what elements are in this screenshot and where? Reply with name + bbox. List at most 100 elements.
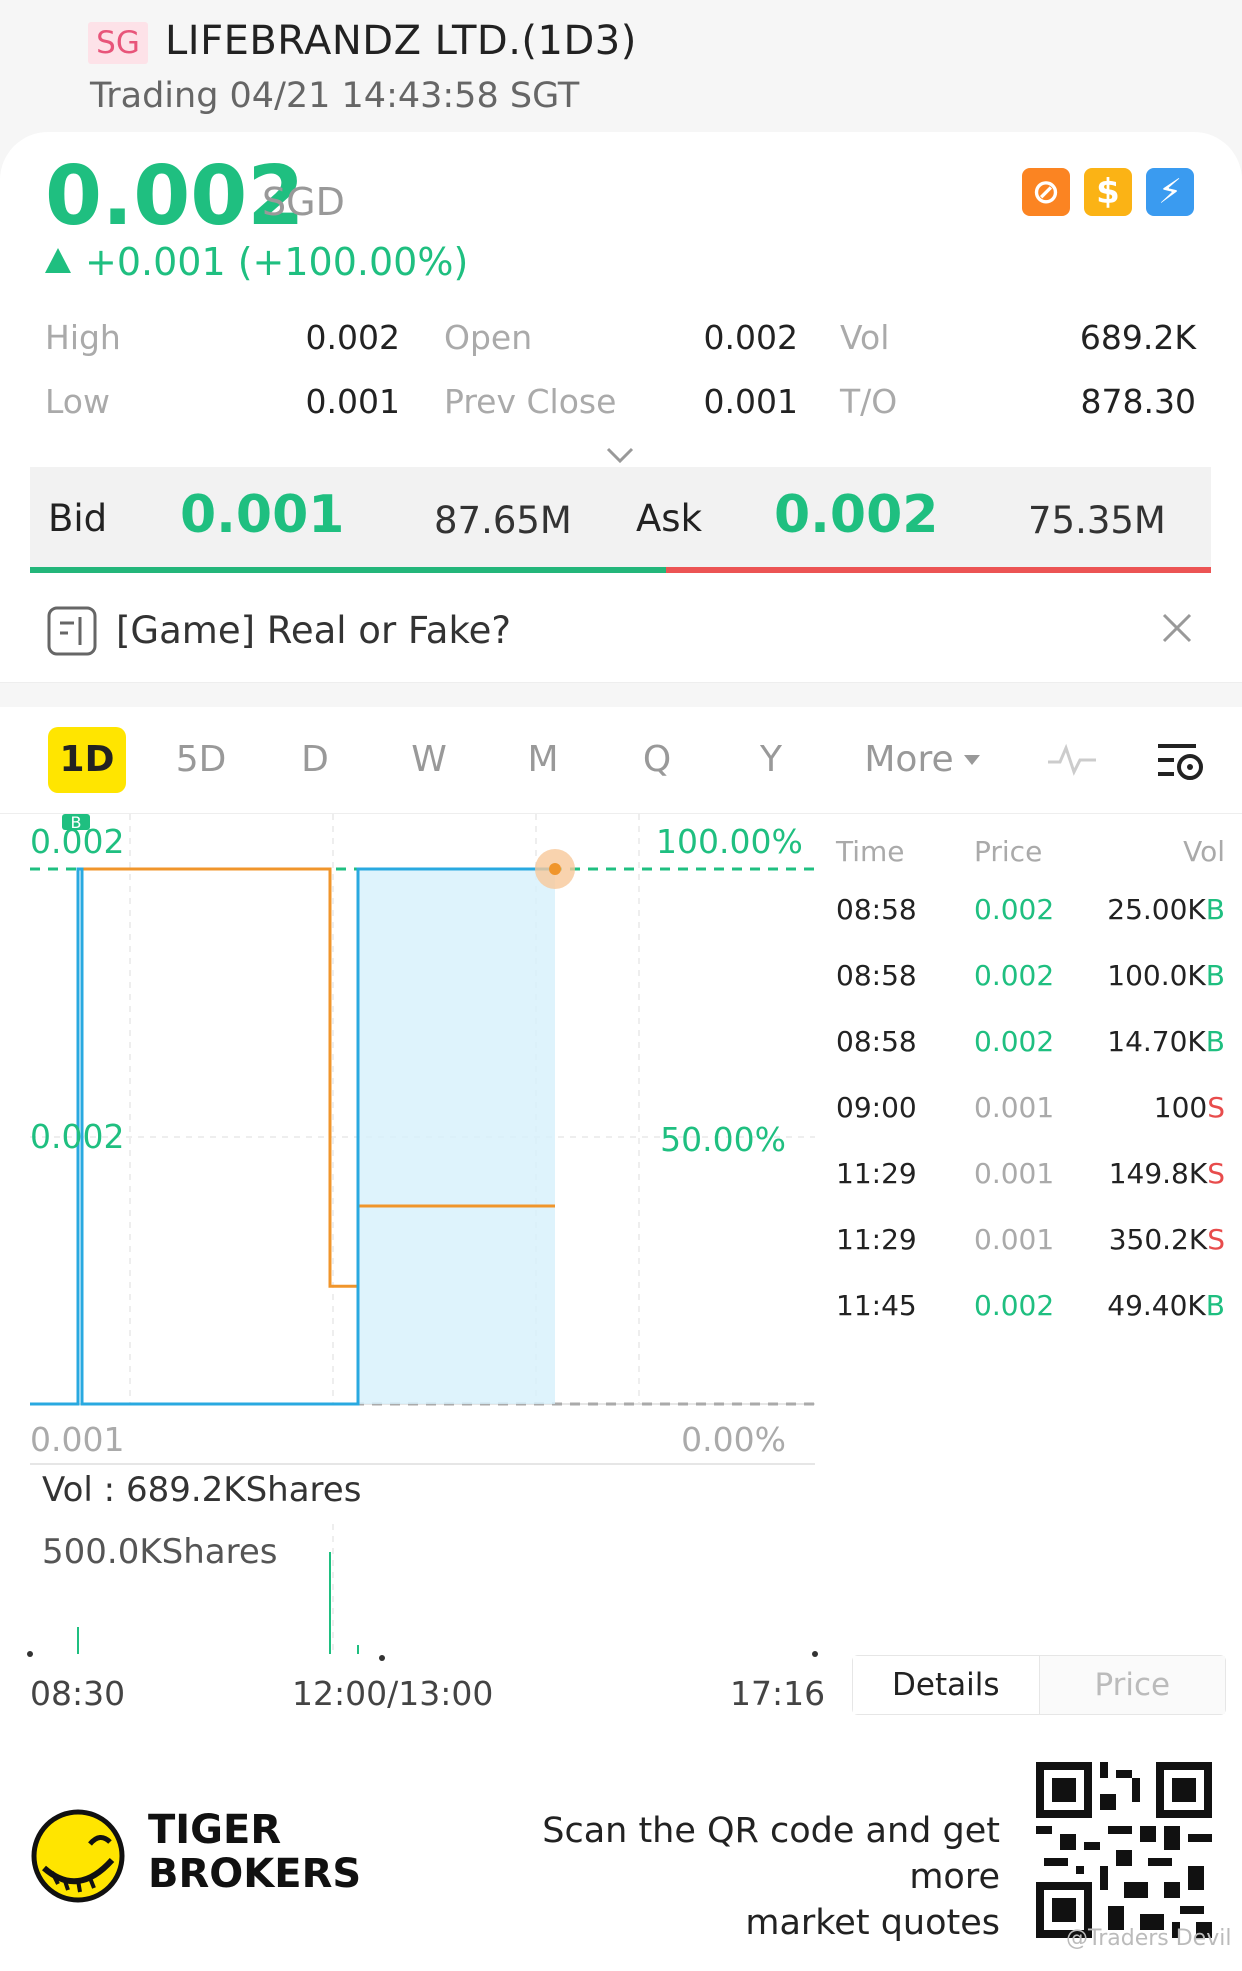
- tab-1d[interactable]: 1D: [48, 727, 126, 793]
- indicator-icon[interactable]: [1046, 742, 1098, 778]
- game-notice[interactable]: [Game] Real or Fake?: [0, 583, 1242, 683]
- tab-5d[interactable]: 5D: [162, 727, 240, 793]
- trade-volume: 100.0KB: [1060, 959, 1225, 992]
- trade-volume-value: 149.8K: [1108, 1157, 1208, 1190]
- trade-side: S: [1207, 1157, 1225, 1190]
- tab-y[interactable]: Y: [732, 727, 810, 793]
- volume-dot: [27, 1651, 33, 1657]
- trades-header-vol: Vol: [1183, 835, 1225, 868]
- bid-size: 87.65M: [434, 499, 572, 542]
- trade-volume-value: 350.2K: [1108, 1223, 1208, 1256]
- qr-code: [1036, 1762, 1212, 1938]
- volume-dot: [812, 1651, 818, 1657]
- toggle-details[interactable]: Details: [853, 1656, 1040, 1714]
- details-price-toggle[interactable]: Details Price: [852, 1655, 1226, 1715]
- volume-summary-value: 689.2KShares: [125, 1470, 362, 1510]
- promo-line-2: market quotes: [745, 1903, 1000, 1943]
- trade-volume-value: 100: [1153, 1091, 1208, 1124]
- trade-volume: 49.40KB: [1060, 1289, 1225, 1322]
- tab-more[interactable]: More: [852, 727, 992, 793]
- trade-side: B: [1205, 893, 1225, 926]
- price-area-fill: [358, 869, 555, 1404]
- volume-summary-label: Vol :: [42, 1470, 116, 1510]
- ask-ratio-bar: [666, 567, 1211, 573]
- tab-q[interactable]: Q: [618, 727, 696, 793]
- turnover-value: 878.30: [1080, 382, 1196, 421]
- brand-name: TIGER BROKERS: [148, 1808, 388, 1896]
- volume-axis-max: 500.0KShares: [42, 1532, 278, 1572]
- toggle-price[interactable]: Price: [1039, 1656, 1225, 1714]
- up-arrow-icon: [45, 248, 71, 273]
- y-top-price: 0.002: [30, 822, 125, 861]
- lightning-icon[interactable]: ⚡: [1146, 168, 1194, 216]
- volume-summary: Vol : 689.2KShares: [42, 1470, 361, 1510]
- chevron-down-icon[interactable]: [605, 440, 635, 470]
- trade-volume-value: 100.0K: [1107, 959, 1206, 992]
- trade-time: 11:29: [836, 1157, 917, 1190]
- trades-header-price: Price: [974, 835, 1043, 868]
- vol-label: Vol: [840, 318, 890, 357]
- trade-volume-value: 14.70K: [1107, 1025, 1206, 1058]
- tiger-logo: [31, 1809, 125, 1903]
- tab-more-label: More: [864, 739, 954, 780]
- currency: SGD: [262, 180, 345, 224]
- close-icon[interactable]: [1160, 611, 1194, 645]
- tab-w[interactable]: W: [390, 727, 468, 793]
- promo-text: Scan the QR code and get more market quot…: [470, 1808, 1000, 1946]
- bid-label: Bid: [48, 497, 108, 540]
- no-fee-icon[interactable]: ⊘: [1022, 168, 1070, 216]
- y-bottom-percent: 0.00%: [681, 1420, 786, 1459]
- trades-header-time: Time: [836, 835, 905, 868]
- y-mid-price: 0.002: [30, 1117, 125, 1156]
- trade-volume: 100S: [1060, 1091, 1225, 1124]
- trade-time: 08:58: [836, 1025, 917, 1058]
- y-mid-percent: 50.00%: [660, 1120, 786, 1159]
- ask-label: Ask: [636, 497, 703, 540]
- trade-time: 08:58: [836, 959, 917, 992]
- volume-dot: [379, 1655, 385, 1661]
- caret-down-icon: [963, 755, 980, 765]
- trade-side: B: [1205, 1025, 1225, 1058]
- prev-close-label: Prev Close: [444, 382, 617, 421]
- ask-size: 75.35M: [1028, 499, 1166, 542]
- trade-time: 09:00: [836, 1091, 917, 1124]
- bid-price: 0.001: [180, 485, 345, 545]
- trading-status: Trading 04/21 14:43:58 SGT: [90, 76, 580, 116]
- tab-m[interactable]: M: [504, 727, 582, 793]
- header: SG LIFEBRANDZ LTD.(1D3) Trading 04/21 14…: [0, 0, 1242, 140]
- market-badge: SG: [88, 22, 148, 64]
- high-label: High: [45, 318, 121, 357]
- low-value: 0.001: [305, 382, 400, 421]
- brand-line-2: BROKERS: [148, 1851, 362, 1897]
- price-change-value: +0.001 (+100.00%): [85, 240, 469, 284]
- bid-ratio-bar: [30, 567, 666, 573]
- y-bottom-price: 0.001: [30, 1420, 125, 1459]
- stock-name: LIFEBRANDZ LTD.(1D3): [165, 18, 637, 64]
- trade-side: B: [1205, 1289, 1225, 1322]
- ask-price: 0.002: [774, 485, 939, 545]
- x-time-start: 08:30: [30, 1674, 126, 1713]
- promo-line-1: Scan the QR code and get more: [542, 1811, 1000, 1897]
- vol-value: 689.2K: [1079, 318, 1196, 357]
- trade-time: 08:58: [836, 893, 917, 926]
- tab-d[interactable]: D: [276, 727, 354, 793]
- trade-volume-value: 25.00K: [1107, 893, 1206, 926]
- open-label: Open: [444, 318, 533, 357]
- document-icon: [47, 606, 97, 656]
- bid-ask-panel[interactable]: Bid 0.001 87.65M Ask 0.002 75.35M: [30, 467, 1211, 573]
- trade-volume: 14.70KB: [1060, 1025, 1225, 1058]
- notice-text: [Game] Real or Fake?: [116, 609, 511, 652]
- prev-close-value: 0.001: [703, 382, 798, 421]
- high-value: 0.002: [305, 318, 400, 357]
- trade-volume: 350.2KS: [1060, 1223, 1225, 1256]
- trade-side: S: [1207, 1223, 1225, 1256]
- dollar-icon[interactable]: $: [1084, 168, 1132, 216]
- trade-time: 11:45: [836, 1289, 917, 1322]
- open-value: 0.002: [703, 318, 798, 357]
- turnover-label: T/O: [840, 382, 898, 421]
- low-label: Low: [45, 382, 110, 421]
- current-point: [549, 863, 561, 875]
- watermark: @Traders Devil: [1066, 1926, 1232, 1951]
- chart-settings-icon[interactable]: [1156, 740, 1206, 782]
- trade-volume-value: 49.40K: [1107, 1289, 1206, 1322]
